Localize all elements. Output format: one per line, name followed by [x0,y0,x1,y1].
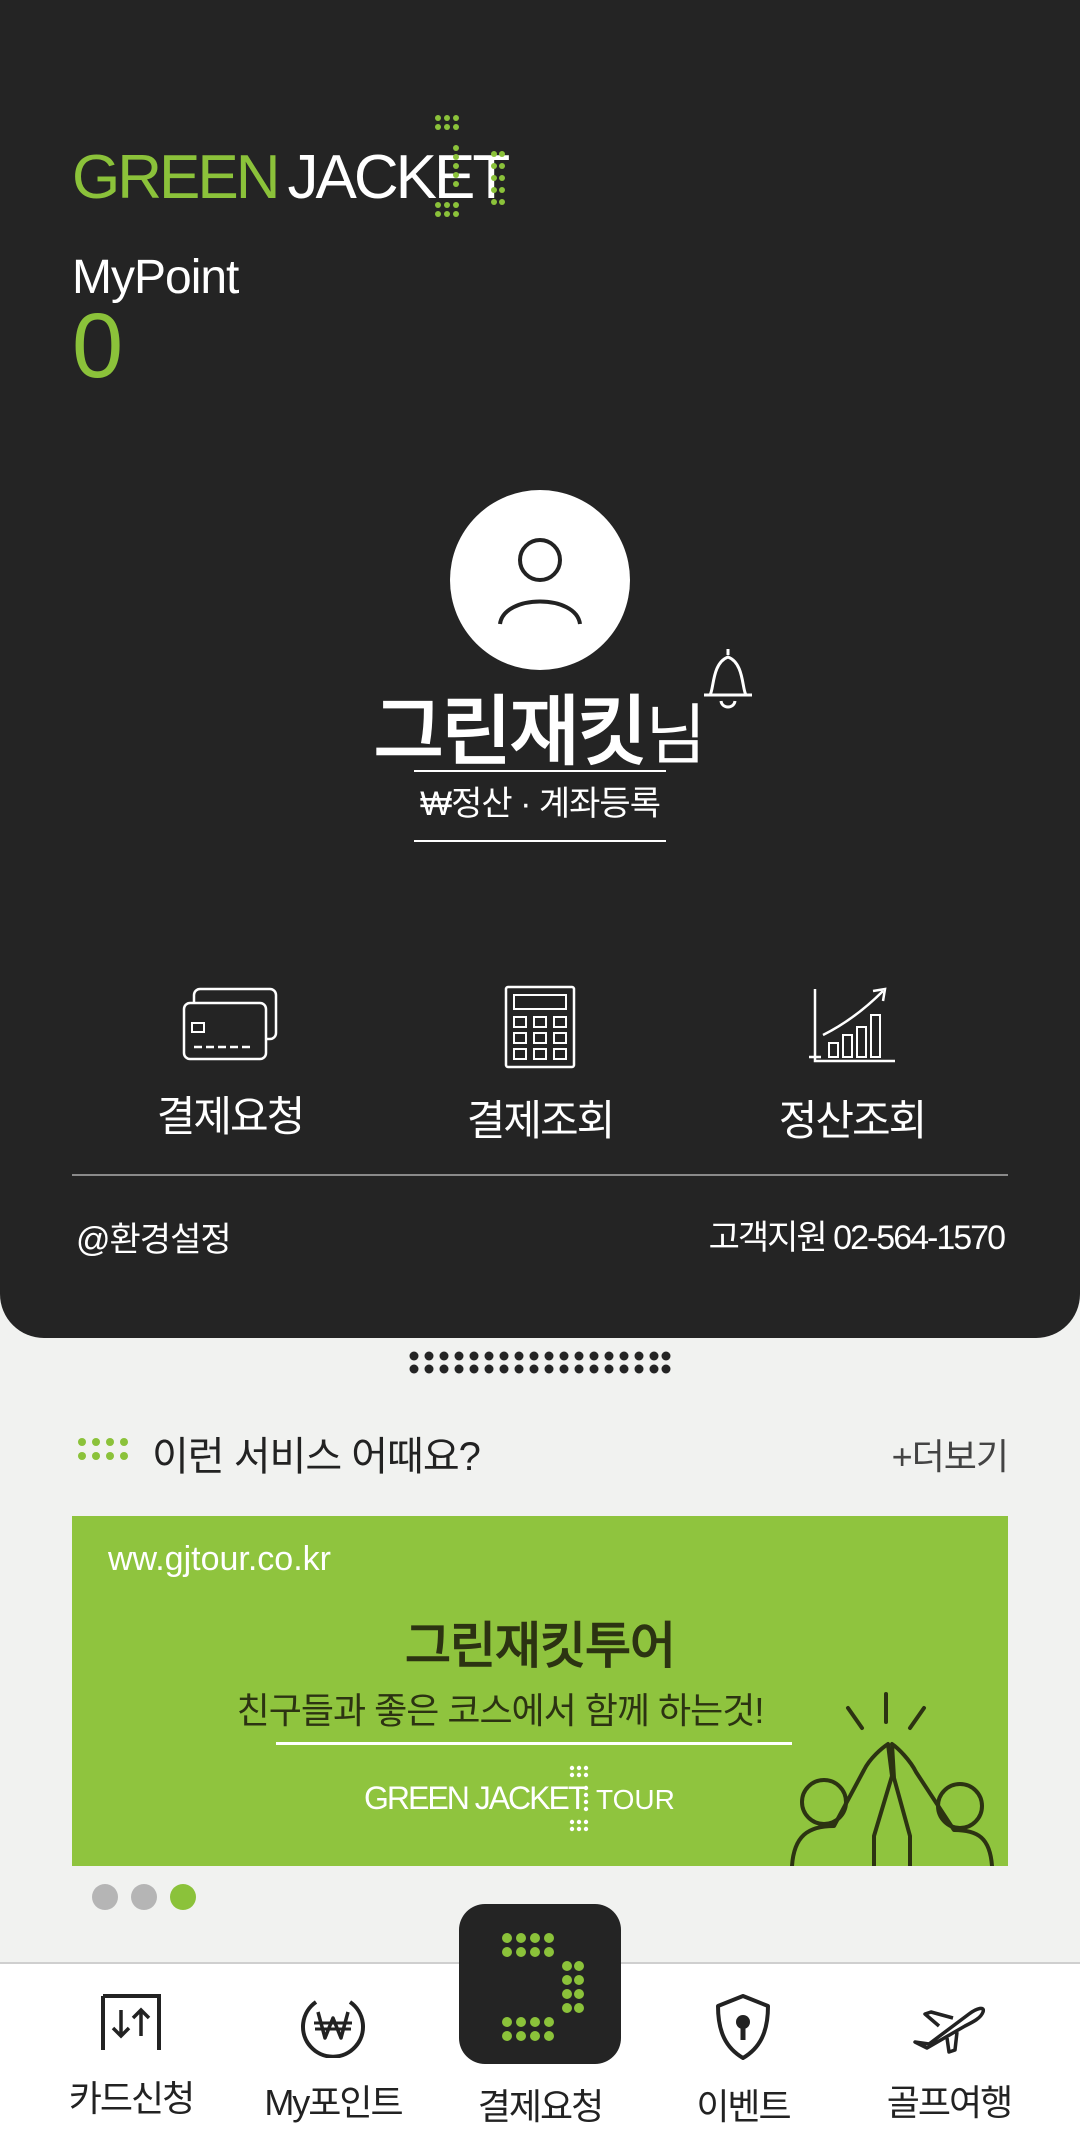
more-link[interactable]: +더보기 [892,1428,1009,1480]
menu-label: 정산조회 [778,1097,928,1144]
logo-dot-mark-side [491,151,505,205]
profile-avatar[interactable] [450,490,630,670]
menu-label: 결제요청 [156,1093,306,1140]
payment-request-icon [502,1933,584,2041]
section-dots-icon [78,1438,128,1460]
user-icon [498,538,582,625]
pager-dot[interactable] [92,1884,118,1910]
customer-support-link[interactable]: 고객지원 02-564-1570 [709,1210,1006,1259]
card-request-icon [101,1994,161,2050]
hero-panel: GREEN JACKET MyPoint 0 그린재킷님 ₩정산 · 계좌등록 … [0,0,1080,1338]
banner-logo-dots [569,1765,589,1832]
drag-handle[interactable] [408,1350,672,1376]
tour-banner[interactable]: ww.gjtour.co.kr 그린재킷투어 친구들과 좋은 코스에서 함께 하… [72,1516,1008,1866]
settlement-account-link[interactable]: ₩정산 · 계좌등록 [414,770,666,842]
chart-icon [809,987,895,1063]
logo-word-jacket: JACKET [287,143,510,212]
shield-lock-icon [716,1994,770,2060]
profile-name-suffix: 님 [645,698,707,772]
tab-label: 골프여행 [886,2082,1013,2123]
calculator-icon [504,985,576,1069]
banner-logo-tour: TOUR [596,1784,675,1815]
tab-card-request[interactable]: 카드신청 [31,1992,231,2122]
card-icon [182,987,278,1061]
tab-label: 결제요청 [477,2086,604,2127]
section-title: 이런 서비스 어때요? [152,1435,481,1479]
pager-dot[interactable] [131,1884,157,1910]
tab-label: 카드신청 [68,2078,195,2119]
tab-label: 이벤트 [696,2086,791,2127]
profile-name-text: 그린재킷 [373,690,648,775]
menu-payment-request[interactable]: 결제요청 [100,985,360,1144]
banner-pager [92,1884,209,1915]
bell-icon[interactable] [700,645,756,715]
banner-divider [276,1742,792,1745]
airplane-icon [913,2006,986,2054]
tab-label: My포인트 [264,2082,403,2123]
hero-divider [72,1174,1008,1176]
won-coin-icon [301,2000,365,2058]
menu-payment-inquiry[interactable]: 결제조회 [410,985,670,1148]
pager-dot-active[interactable] [170,1884,196,1910]
logo-dot-mark [435,115,459,217]
tab-event[interactable]: 이벤트 [643,1992,843,2130]
logo-word-green: GREEN [72,143,280,212]
menu-settlement-inquiry[interactable]: 정산조회 [722,985,982,1148]
tab-payment-request[interactable] [459,1904,621,2064]
profile-name: 그린재킷님 [0,670,1080,780]
settings-link[interactable]: @환경설정 [76,1212,232,1261]
menu-label: 결제조회 [466,1097,616,1144]
banner-logo-green: GREEN [364,1780,470,1816]
tab-my-point[interactable]: My포인트 [233,1992,433,2126]
banner-title: 그린재킷투어 [405,1618,676,1674]
recommend-section-header: 이런 서비스 어때요? +더보기 [72,1420,1009,1480]
high-five-illustration [790,1692,994,1866]
banner-logo: GREEN JACKET TOUR [364,1764,716,1834]
banner-url: ww.gjtour.co.kr [108,1540,331,1578]
mypoint-value[interactable]: 0 [72,300,123,392]
tab-golf-travel[interactable]: 골프여행 [849,1992,1049,2126]
